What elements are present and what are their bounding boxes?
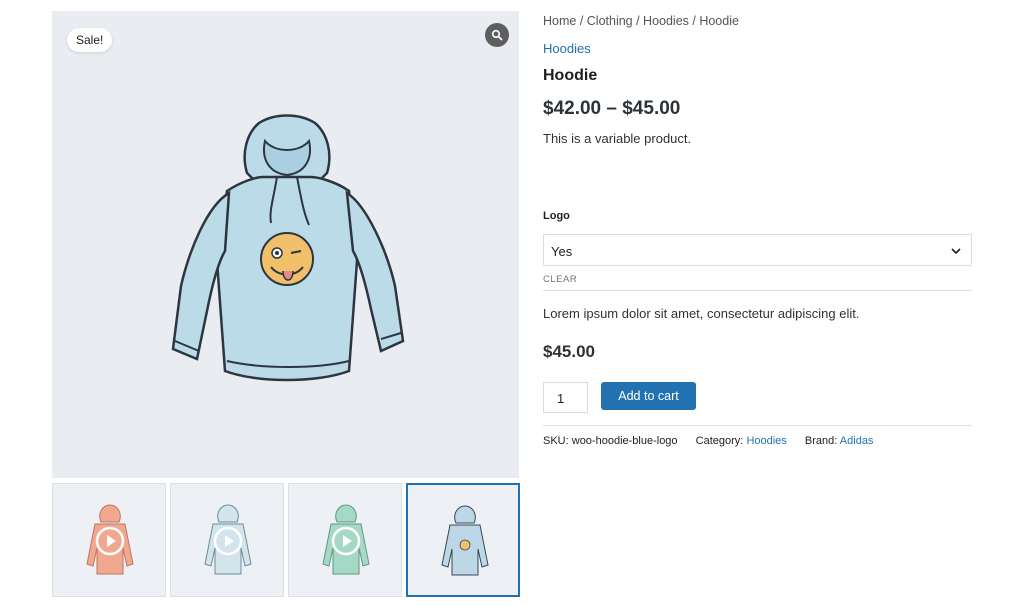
meta-category-link[interactable]: Hoodies: [746, 435, 786, 447]
chevron-down-icon: [951, 248, 961, 255]
thumbnail-blue-logo-hoodie[interactable]: [406, 483, 520, 597]
logo-attribute-label: Logo: [543, 210, 570, 222]
product-category-link[interactable]: Hoodies: [543, 41, 591, 56]
thumbnail-pink-hoodie[interactable]: [52, 483, 166, 597]
play-video-icon: [213, 526, 243, 556]
product-title: Hoodie: [543, 67, 598, 84]
clear-selection-link[interactable]: CLEAR: [543, 274, 577, 285]
product-meta: SKU: woo-hoodie-blue-logo Category: Hood…: [543, 435, 873, 447]
magnifier-icon: [491, 29, 503, 41]
quantity-input[interactable]: 1: [543, 382, 588, 413]
hoodie-image: [171, 114, 405, 382]
divider: [543, 425, 972, 426]
hoodie-thumbnail-image: [441, 505, 489, 576]
divider: [543, 290, 972, 291]
product-gallery: Sale!: [52, 11, 519, 478]
gallery-thumbnails: [52, 483, 520, 597]
zoom-button[interactable]: [485, 23, 509, 47]
play-video-icon: [331, 526, 361, 556]
logo-select[interactable]: Yes: [543, 234, 972, 266]
breadcrumb[interactable]: Home / Clothing / Hoodies / Hoodie: [543, 14, 739, 28]
thumbnail-green-hoodie[interactable]: [288, 483, 402, 597]
main-product-image[interactable]: [52, 11, 519, 478]
category-label: Category:: [695, 435, 744, 447]
brand-label: Brand:: [804, 435, 838, 447]
meta-brand-link[interactable]: Adidas: [840, 435, 874, 447]
add-to-cart-button[interactable]: Add to cart: [601, 382, 696, 410]
variation-price: $45.00: [543, 342, 595, 361]
sale-badge: Sale!: [67, 28, 113, 52]
sku-label: SKU:: [543, 435, 569, 447]
thumbnail-light-blue-hoodie[interactable]: [170, 483, 284, 597]
short-description: This is a variable product.: [543, 131, 692, 146]
play-video-icon: [95, 526, 125, 556]
logo-select-value: Yes: [551, 244, 573, 259]
variation-description: Lorem ipsum dolor sit amet, consectetur …: [543, 306, 860, 321]
sku-value: woo-hoodie-blue-logo: [571, 435, 678, 447]
price-range: $42.00 – $45.00: [543, 98, 681, 119]
